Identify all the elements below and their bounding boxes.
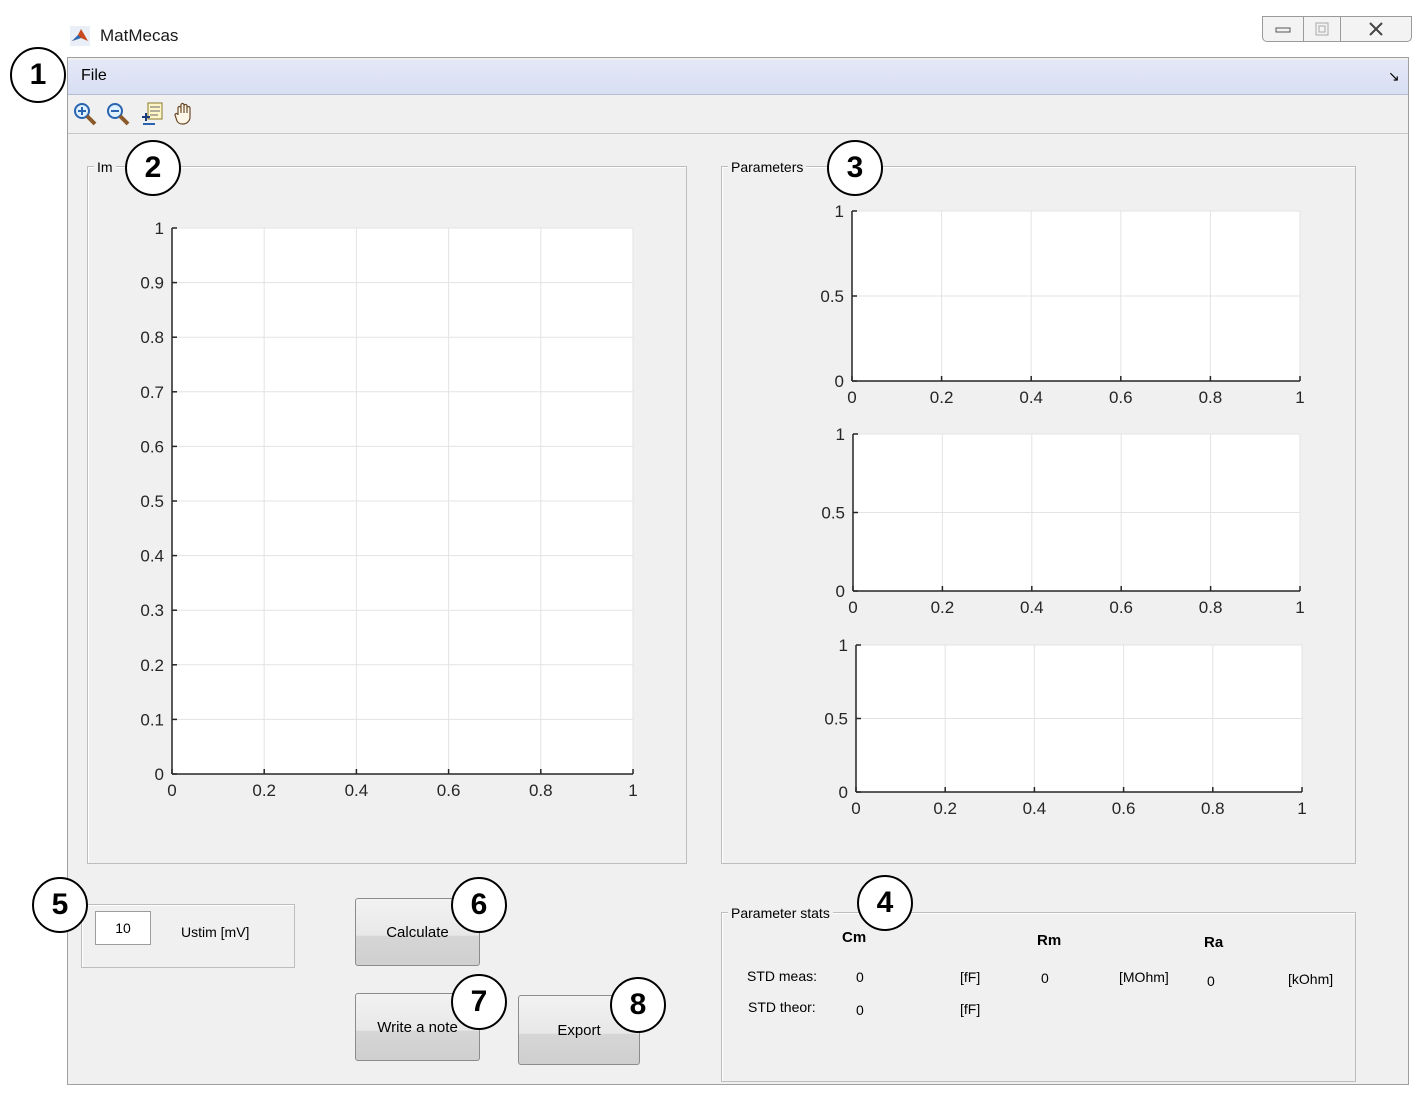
callout-5: 5 xyxy=(32,877,88,933)
callout-2: 2 xyxy=(125,140,181,196)
std-theor-cm-unit: [fF] xyxy=(960,1001,981,1017)
x-tick-label: 0 xyxy=(851,799,860,818)
std-meas-rm: 0 xyxy=(1041,970,1049,986)
callout-4: 4 xyxy=(857,875,913,931)
x-tick-label: 0.6 xyxy=(1112,799,1136,818)
std-theor-label: STD theor: xyxy=(748,999,816,1015)
std-meas-ra: 0 xyxy=(1207,973,1215,989)
callout-3: 3 xyxy=(827,140,883,196)
std-meas-label: STD meas: xyxy=(747,968,818,984)
x-tick-label: 0.2 xyxy=(933,799,957,818)
std-theor-cm: 0 xyxy=(856,1002,864,1018)
callout-1: 1 xyxy=(10,47,66,103)
callout-7: 7 xyxy=(451,974,507,1030)
x-tick-label: 1 xyxy=(1297,799,1306,818)
callout-6: 6 xyxy=(451,877,507,933)
x-tick-label: 0.4 xyxy=(1023,799,1047,818)
y-tick-label: 0 xyxy=(839,783,848,802)
ustim-input[interactable] xyxy=(95,911,151,945)
y-tick-label: 0.5 xyxy=(824,710,848,729)
std-meas-cm: 0 xyxy=(856,969,864,985)
callout-8: 8 xyxy=(610,977,666,1033)
ra-header: Ra xyxy=(1204,934,1224,951)
std-meas-cm-unit: [fF] xyxy=(960,969,981,985)
y-tick-label: 1 xyxy=(839,636,848,655)
rm-header: Rm xyxy=(1037,932,1062,949)
std-meas-rm-unit: [MOhm] xyxy=(1119,969,1169,985)
x-tick-label: 0.8 xyxy=(1201,799,1225,818)
std-meas-ra-unit: [kOhm] xyxy=(1288,971,1334,987)
cm-header: Cm xyxy=(842,929,867,946)
ustim-label: Ustim [mV] xyxy=(181,924,250,940)
